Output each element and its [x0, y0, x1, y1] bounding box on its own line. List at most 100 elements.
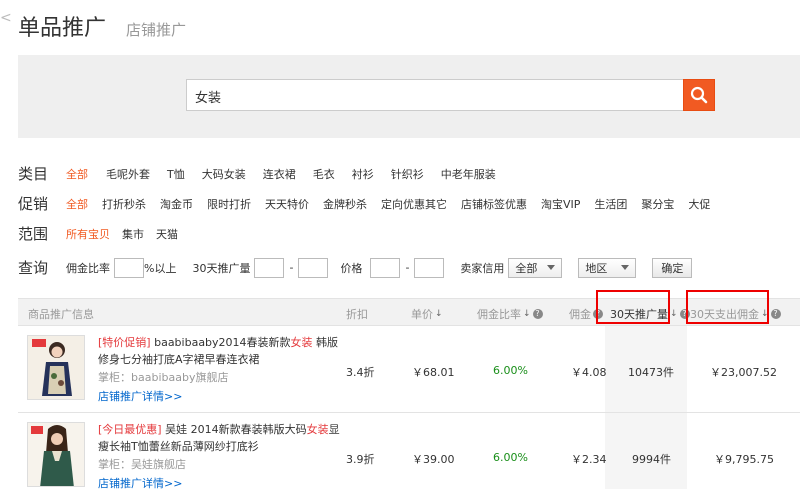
- page-header: 单品推广 店铺推广: [18, 10, 186, 42]
- promotion-option[interactable]: 店铺标签优惠: [461, 196, 527, 212]
- price-cell: ￥39.00: [412, 453, 455, 466]
- range-dash: -: [405, 261, 410, 274]
- promotion-option[interactable]: 大促: [688, 196, 710, 212]
- sort-down-icon: ↓: [670, 309, 678, 319]
- promotion-filter: 促销 全部 打折秒杀 淘金币 限时打折 天天特价 金牌秒杀 定向优惠其它 店铺标…: [18, 193, 710, 214]
- shop-promotion-detail-link[interactable]: 店铺推广详情>>: [98, 475, 182, 489]
- confirm-button[interactable]: 确定: [652, 257, 693, 278]
- search-icon: [690, 86, 708, 104]
- tab-shop-promotion[interactable]: 店铺推广: [126, 19, 186, 40]
- header-rate-label: 佣金比率: [477, 308, 521, 321]
- shop-owner: 掌柜：baabibaaby旗舰店: [98, 371, 229, 384]
- range-dash: -: [289, 261, 294, 274]
- commission-cell: ￥4.08: [571, 366, 607, 379]
- scope-option[interactable]: 天猫: [156, 226, 178, 242]
- discount-cell: 3.9折: [346, 453, 375, 466]
- seller-credit-value: 全部: [515, 261, 538, 275]
- category-option[interactable]: T恤: [167, 166, 185, 182]
- promotion-label: 促销: [18, 195, 49, 213]
- promotion-option[interactable]: 生活团: [594, 196, 627, 212]
- commission-rate-cell: 6.00%: [493, 364, 528, 377]
- keyword-highlight: 女装: [290, 336, 313, 349]
- category-option[interactable]: 衬衫: [352, 166, 374, 182]
- query-label: 查询: [18, 259, 49, 277]
- promotion-option[interactable]: 聚分宝: [641, 196, 674, 212]
- seller-credit-label: 卖家信用: [460, 261, 505, 275]
- header-info: 商品推广信息: [28, 308, 94, 321]
- product-image: [28, 423, 84, 486]
- search-button[interactable]: [683, 79, 715, 111]
- scope-option[interactable]: 集市: [122, 226, 144, 242]
- header-price[interactable]: 单价 ↓: [411, 306, 443, 322]
- category-label: 类目: [18, 165, 49, 183]
- help-icon[interactable]: ?: [532, 309, 543, 319]
- seller-credit-select[interactable]: 全部: [508, 257, 563, 278]
- sales-max-input[interactable]: [298, 257, 329, 278]
- commission-rate-cell: 6.00%: [493, 451, 528, 464]
- promotion-option[interactable]: 淘宝VIP: [541, 196, 580, 212]
- sales-min-input[interactable]: [254, 257, 285, 278]
- scope-label: 范围: [18, 225, 49, 243]
- promo-tag: [今日最优惠]: [98, 423, 162, 436]
- product-thumbnail[interactable]: [27, 335, 85, 400]
- scope-option[interactable]: 所有宝贝: [66, 226, 110, 242]
- title-text: 吴娃 2014新款春装韩版大码: [161, 423, 307, 436]
- promotion-option[interactable]: 天天特价: [265, 196, 309, 212]
- category-option[interactable]: 针织衫: [391, 166, 424, 182]
- spend-30d-cell: ￥23,007.52: [710, 366, 777, 379]
- page-title: 单品推广: [18, 16, 107, 41]
- discount-cell: 3.4折: [346, 366, 375, 379]
- shop-promotion-detail-link[interactable]: 店铺推广详情>>: [98, 388, 182, 404]
- category-option[interactable]: 大码女装: [202, 166, 246, 182]
- price-label: 价格: [340, 261, 363, 275]
- region-value: 地区: [585, 261, 608, 275]
- shop-owner: 掌柜：吴娃旗舰店: [98, 458, 186, 471]
- price-cell: ￥68.01: [412, 366, 455, 379]
- search-input[interactable]: 女装: [186, 79, 683, 111]
- promotion-option[interactable]: 打折秒杀: [102, 196, 146, 212]
- chevron-down-icon: [621, 265, 630, 270]
- sales-30d-cell: 10473件: [628, 366, 674, 379]
- search-panel: 女装: [18, 55, 800, 138]
- sales-30d-cell: 9994件: [632, 453, 671, 466]
- sort-down-icon: ↓: [523, 309, 531, 319]
- table-row: [今日最优惠] 吴娃 2014新款春装韩版大码女装显瘦长袖T恤蕾丝新品薄网纱打底…: [18, 413, 800, 489]
- promotion-option[interactable]: 淘金币: [160, 196, 193, 212]
- title-text: baabibaaby2014春装新款: [150, 336, 291, 349]
- category-option[interactable]: 中老年服装: [441, 166, 496, 182]
- promo-tag: [特价促销]: [98, 336, 151, 349]
- keyword-highlight: 女装: [306, 423, 329, 436]
- category-option[interactable]: 毛衣: [313, 166, 335, 182]
- price-max-input[interactable]: [414, 257, 445, 278]
- scope-filter: 范围 所有宝贝 集市 天猫: [18, 223, 195, 244]
- promotion-option[interactable]: 限时打折: [207, 196, 251, 212]
- header-commission-label: 佣金: [569, 308, 591, 321]
- price-min-input[interactable]: [370, 257, 401, 278]
- category-option[interactable]: 毛呢外套: [106, 166, 150, 182]
- product-thumbnail[interactable]: [27, 422, 85, 487]
- header-price-label: 单价: [411, 308, 433, 321]
- promotion-option[interactable]: 定向优惠其它: [381, 196, 447, 212]
- commission-rate-suffix: %以上: [144, 261, 177, 275]
- highlight-box-spend: [686, 290, 769, 324]
- category-filter: 类目 全部 毛呢外套 T恤 大码女装 连衣裙 毛衣 衬衫 针织衫 中老年服装: [18, 163, 513, 184]
- category-option[interactable]: 全部: [66, 166, 88, 182]
- region-select[interactable]: 地区: [578, 257, 637, 278]
- commission-rate-input[interactable]: [114, 257, 144, 278]
- promotion-option[interactable]: 金牌秒杀: [323, 196, 367, 212]
- header-commission-rate[interactable]: 佣金比率 ↓ ?: [477, 306, 543, 322]
- product-image: [28, 336, 84, 399]
- spend-30d-cell: ￥9,795.75: [714, 453, 774, 466]
- product-title-link[interactable]: [特价促销] baabibaaby2014春装新款女装 韩版修身七分袖打底A字裙…: [98, 334, 340, 368]
- edge-glyph: <: [0, 10, 12, 26]
- chevron-down-icon: [547, 265, 556, 270]
- query-row: 查询 佣金比率 %以上 30天推广量 - 价格 - 卖家信用 全部 地区 确定: [18, 257, 693, 278]
- product-title-link[interactable]: [今日最优惠] 吴娃 2014新款春装韩版大码女装显瘦长袖T恤蕾丝新品薄网纱打底…: [98, 421, 340, 455]
- promotion-option[interactable]: 全部: [66, 196, 88, 212]
- category-option[interactable]: 连衣裙: [263, 166, 296, 182]
- help-icon[interactable]: ?: [770, 309, 781, 319]
- table-row: [特价促销] baabibaaby2014春装新款女装 韩版修身七分袖打底A字裙…: [18, 326, 800, 413]
- highlight-box-sales: [596, 290, 670, 324]
- sort-down-icon: ↓: [435, 309, 443, 319]
- header-discount[interactable]: 折扣: [346, 306, 368, 322]
